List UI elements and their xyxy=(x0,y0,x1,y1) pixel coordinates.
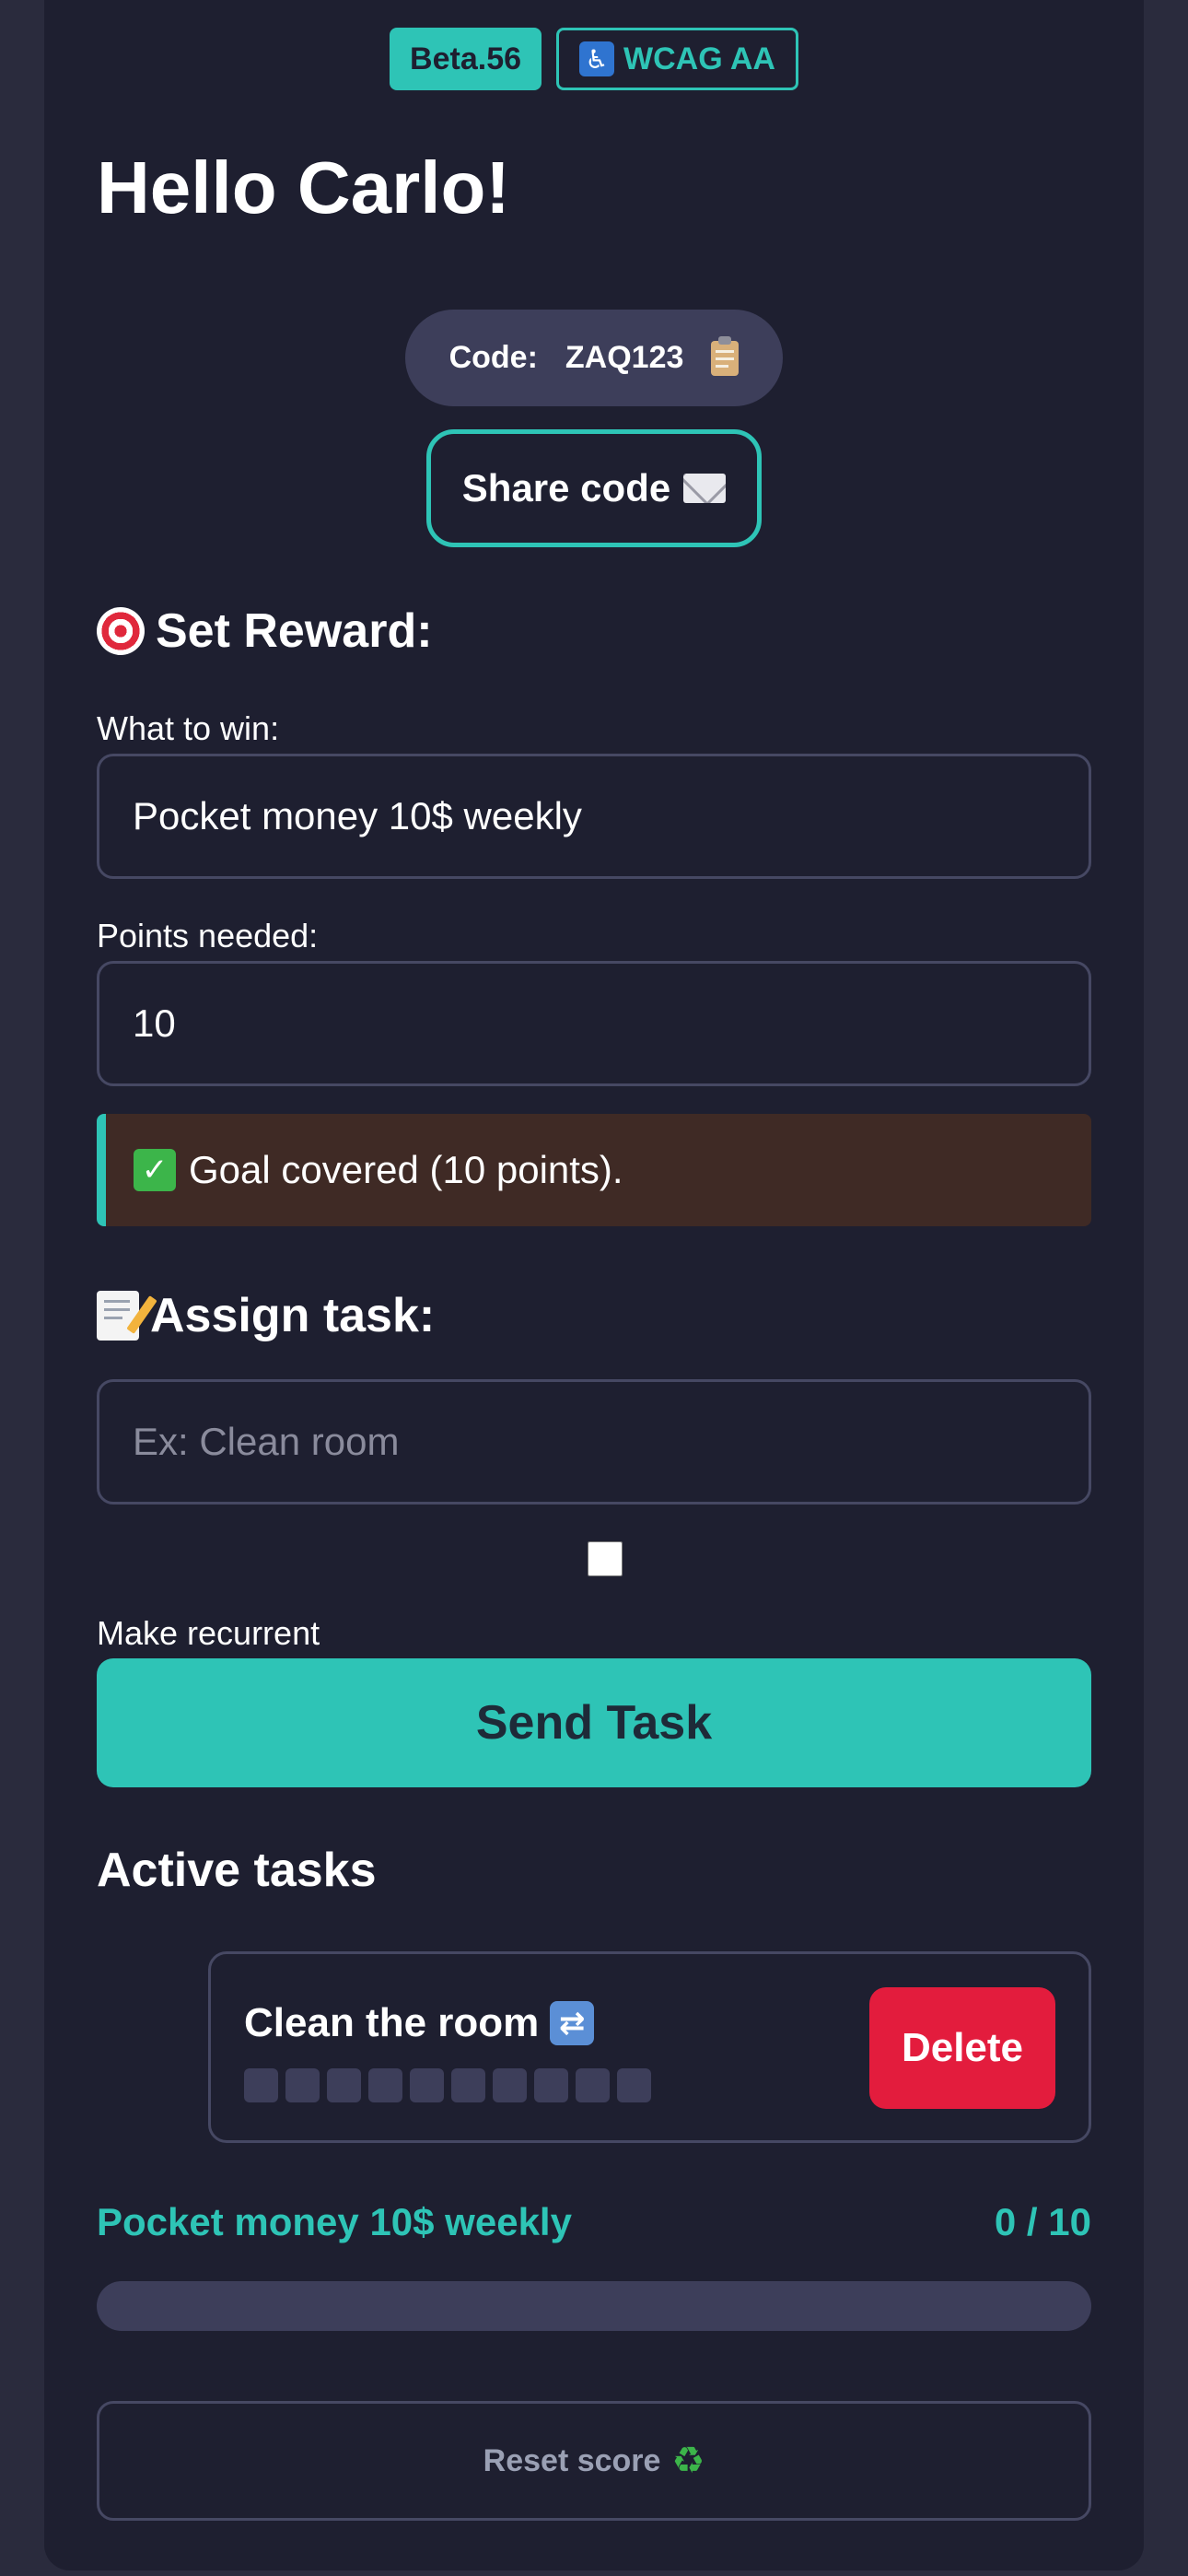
reward-input[interactable] xyxy=(97,754,1091,879)
assign-task-title: Assign task: xyxy=(97,1288,435,1343)
reward-progress-name: Pocket money 10$ weekly xyxy=(97,2200,572,2243)
set-reward-label: Set Reward: xyxy=(156,604,433,658)
envelope-icon xyxy=(683,474,727,503)
task-progress-dot xyxy=(534,2068,568,2102)
goal-message: Goal covered (10 points). xyxy=(189,1148,623,1191)
reset-score-button[interactable]: Reset score ♻ xyxy=(97,2401,1091,2521)
reward-progress-bar xyxy=(97,2281,1091,2331)
task-progress-dot xyxy=(493,2068,527,2102)
reward-score: 0 / 10 xyxy=(994,2200,1091,2243)
task-title: Clean the room ⇄ xyxy=(244,2000,595,2046)
wcag-badge: ♿ WCAG AA xyxy=(556,28,798,90)
repeat-icon: ⇄ xyxy=(550,2001,595,2045)
version-badge: Beta.56 xyxy=(390,28,542,90)
delete-task-button[interactable]: Delete xyxy=(869,1987,1055,2109)
task-progress-dots xyxy=(244,2068,651,2102)
set-reward-title: Set Reward: xyxy=(97,603,433,659)
greeting-title: Hello Carlo! xyxy=(97,146,510,228)
task-progress-dot xyxy=(410,2068,444,2102)
reward-progress-header: Pocket money 10$ weekly 0 / 10 xyxy=(97,2200,1091,2244)
points-input[interactable] xyxy=(97,961,1091,1086)
task-progress-dot xyxy=(617,2068,651,2102)
task-input[interactable] xyxy=(97,1379,1091,1505)
recurrent-checkbox[interactable] xyxy=(588,1541,623,1576)
wcag-badge-label: WCAG AA xyxy=(623,41,775,76)
header-badges: Beta.56 ♿ WCAG AA xyxy=(0,28,1188,90)
task-progress-dot xyxy=(285,2068,320,2102)
task-progress-dot xyxy=(327,2068,361,2102)
clipboard-icon[interactable] xyxy=(711,335,740,376)
code-label: Code: xyxy=(448,340,538,375)
task-progress-dot xyxy=(451,2068,485,2102)
check-icon: ✓ xyxy=(134,1149,176,1191)
recycle-icon: ♻ xyxy=(671,2440,705,2482)
goal-status-banner: ✓ Goal covered (10 points). xyxy=(97,1114,1091,1226)
task-name: Clean the room xyxy=(244,2000,540,2045)
task-progress-dot xyxy=(244,2068,278,2102)
task-progress-dot xyxy=(576,2068,610,2102)
target-icon xyxy=(97,607,145,655)
share-code-label: Share code xyxy=(461,466,671,509)
task-card: Clean the room ⇄ Delete xyxy=(208,1951,1091,2143)
reset-score-label: Reset score xyxy=(483,2442,661,2478)
active-tasks-title: Active tasks xyxy=(97,1844,377,1897)
version-badge-label: Beta.56 xyxy=(410,41,522,76)
recurrent-label: Make recurrent xyxy=(97,1614,320,1652)
share-code-button[interactable]: Share code xyxy=(426,429,762,547)
code-value: ZAQ123 xyxy=(565,340,684,375)
win-label: What to win: xyxy=(97,709,280,747)
family-code-pill[interactable]: Code: ZAQ123 xyxy=(405,310,783,406)
send-task-button[interactable]: Send Task xyxy=(97,1658,1091,1787)
task-progress-dot xyxy=(368,2068,402,2102)
assign-task-label: Assign task: xyxy=(150,1289,436,1342)
memo-icon xyxy=(97,1291,139,1341)
points-label: Points needed: xyxy=(97,917,319,954)
accessibility-icon: ♿ xyxy=(579,41,615,76)
